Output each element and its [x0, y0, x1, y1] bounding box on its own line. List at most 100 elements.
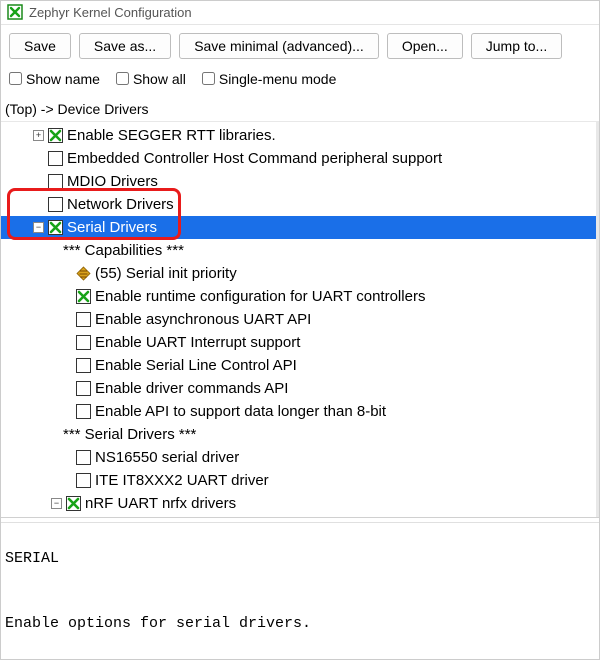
- tree-item-label: (55) Serial init priority: [93, 262, 237, 285]
- tree-row[interactable]: Enable Serial Line Control API: [1, 354, 599, 377]
- tree-item-label: Embedded Controller Host Command periphe…: [65, 147, 442, 170]
- tree-item-label: Enable Serial Line Control API: [93, 354, 297, 377]
- indent: [1, 158, 33, 159]
- tree-item-label: Enable driver commands API: [93, 377, 288, 400]
- checkbox-empty-icon[interactable]: [76, 404, 91, 419]
- tree-row[interactable]: − Serial Drivers: [1, 216, 599, 239]
- toolbar: Save Save as... Save minimal (advanced).…: [1, 25, 599, 67]
- expander-spacer: [33, 153, 44, 164]
- expander-spacer: [33, 199, 44, 210]
- tree-item-label: NS16550 serial driver: [93, 446, 239, 469]
- info-panel: SERIAL Enable options for serial drivers…: [1, 522, 599, 659]
- jump-to-button[interactable]: Jump to...: [471, 33, 562, 59]
- checkbox-empty-icon[interactable]: [76, 450, 91, 465]
- indent: [1, 135, 33, 136]
- show-name-label: Show name: [26, 71, 100, 87]
- expander-spacer: [61, 452, 72, 463]
- save-as-button[interactable]: Save as...: [79, 33, 171, 59]
- checkbox-empty-icon[interactable]: [48, 197, 63, 212]
- tree-row[interactable]: Enable driver commands API: [1, 377, 599, 400]
- single-menu-label: Single-menu mode: [219, 71, 337, 87]
- scrollbar-vertical[interactable]: [596, 122, 599, 517]
- tree-row[interactable]: Network Drivers: [1, 193, 599, 216]
- tree-row[interactable]: ITE IT8XXX2 UART driver: [1, 469, 599, 492]
- show-all-option[interactable]: Show all: [116, 71, 186, 87]
- tree-item-label: nRF UART nrfx drivers: [83, 492, 236, 515]
- tree-row[interactable]: (55) Serial init priority: [1, 262, 599, 285]
- config-tree[interactable]: + Enable SEGGER RTT libraries.Embedded Co…: [1, 122, 599, 518]
- indent: [1, 204, 33, 205]
- tree-row[interactable]: Enable UART Interrupt support: [1, 331, 599, 354]
- tree-item-label: MDIO Drivers: [65, 170, 158, 193]
- window: Zephyr Kernel Configuration Save Save as…: [0, 0, 600, 660]
- tree-item-label: Network Drivers: [65, 193, 174, 216]
- expander-spacer: [61, 268, 72, 279]
- checkbox-checked-icon[interactable]: [76, 289, 91, 304]
- show-name-checkbox[interactable]: [9, 72, 22, 85]
- checkbox-empty-icon[interactable]: [76, 335, 91, 350]
- expander-spacer: [33, 176, 44, 187]
- tree-row[interactable]: Efficient poll out on port 0: [1, 515, 599, 518]
- value-entry-icon[interactable]: [76, 266, 91, 281]
- tree-row[interactable]: + Enable SEGGER RTT libraries.: [1, 124, 599, 147]
- tree-row[interactable]: MDIO Drivers: [1, 170, 599, 193]
- show-all-checkbox[interactable]: [116, 72, 129, 85]
- save-minimal-button[interactable]: Save minimal (advanced)...: [179, 33, 379, 59]
- indent: [1, 457, 61, 458]
- info-symbol: SERIAL: [5, 550, 595, 567]
- single-menu-checkbox[interactable]: [202, 72, 215, 85]
- tree-row[interactable]: − nRF UART nrfx drivers: [1, 492, 599, 515]
- tree-row[interactable]: NS16550 serial driver: [1, 446, 599, 469]
- collapse-icon[interactable]: −: [33, 222, 44, 233]
- tree-separator-label: *** Capabilities ***: [61, 239, 184, 262]
- info-gap: [5, 584, 595, 598]
- checkbox-checked-icon[interactable]: [66, 496, 81, 511]
- tree-item-label: Enable API to support data longer than 8…: [93, 400, 386, 423]
- tree-row[interactable]: *** Capabilities ***: [1, 239, 599, 262]
- single-menu-option[interactable]: Single-menu mode: [202, 71, 337, 87]
- breadcrumb[interactable]: (Top) -> Device Drivers: [1, 97, 599, 122]
- tree-item-label: Serial Drivers: [65, 216, 157, 239]
- expander-spacer: [61, 337, 72, 348]
- indent: [1, 273, 61, 274]
- indent: [1, 250, 61, 251]
- tree-row[interactable]: *** Serial Drivers ***: [1, 423, 599, 446]
- tree-item-label: Efficient poll out on port 0: [111, 515, 282, 518]
- indent: [1, 342, 61, 343]
- checkbox-empty-icon[interactable]: [76, 312, 91, 327]
- expander-spacer: [61, 383, 72, 394]
- show-name-option[interactable]: Show name: [9, 71, 100, 87]
- title-bar: Zephyr Kernel Configuration: [1, 1, 599, 25]
- info-help: Enable options for serial drivers.: [5, 615, 595, 632]
- tree-row[interactable]: Enable asynchronous UART API: [1, 308, 599, 331]
- expander-spacer: [61, 291, 72, 302]
- indent: [1, 388, 61, 389]
- checkbox-checked-icon[interactable]: [48, 220, 63, 235]
- window-title: Zephyr Kernel Configuration: [29, 5, 192, 20]
- checkbox-empty-icon[interactable]: [76, 473, 91, 488]
- checkbox-empty-icon[interactable]: [76, 381, 91, 396]
- checkbox-empty-icon[interactable]: [76, 358, 91, 373]
- show-all-label: Show all: [133, 71, 186, 87]
- checkbox-empty-icon[interactable]: [48, 174, 63, 189]
- indent: [1, 296, 61, 297]
- tree-item-label: Enable runtime configuration for UART co…: [93, 285, 425, 308]
- checkbox-empty-icon[interactable]: [48, 151, 63, 166]
- expander-spacer: [61, 406, 72, 417]
- save-button[interactable]: Save: [9, 33, 71, 59]
- indent: [1, 227, 33, 228]
- collapse-icon[interactable]: −: [51, 498, 62, 509]
- open-button[interactable]: Open...: [387, 33, 463, 59]
- expander-spacer: [61, 314, 72, 325]
- tree-separator-label: *** Serial Drivers ***: [61, 423, 196, 446]
- indent: [1, 181, 33, 182]
- tree-item-label: Enable SEGGER RTT libraries.: [65, 124, 276, 147]
- indent: [1, 365, 61, 366]
- tree-row[interactable]: Enable API to support data longer than 8…: [1, 400, 599, 423]
- tree-row[interactable]: Embedded Controller Host Command periphe…: [1, 147, 599, 170]
- checkbox-checked-icon[interactable]: [48, 128, 63, 143]
- expander-spacer: [61, 360, 72, 371]
- tree-item-label: Enable asynchronous UART API: [93, 308, 311, 331]
- expand-icon[interactable]: +: [33, 130, 44, 141]
- tree-row[interactable]: Enable runtime configuration for UART co…: [1, 285, 599, 308]
